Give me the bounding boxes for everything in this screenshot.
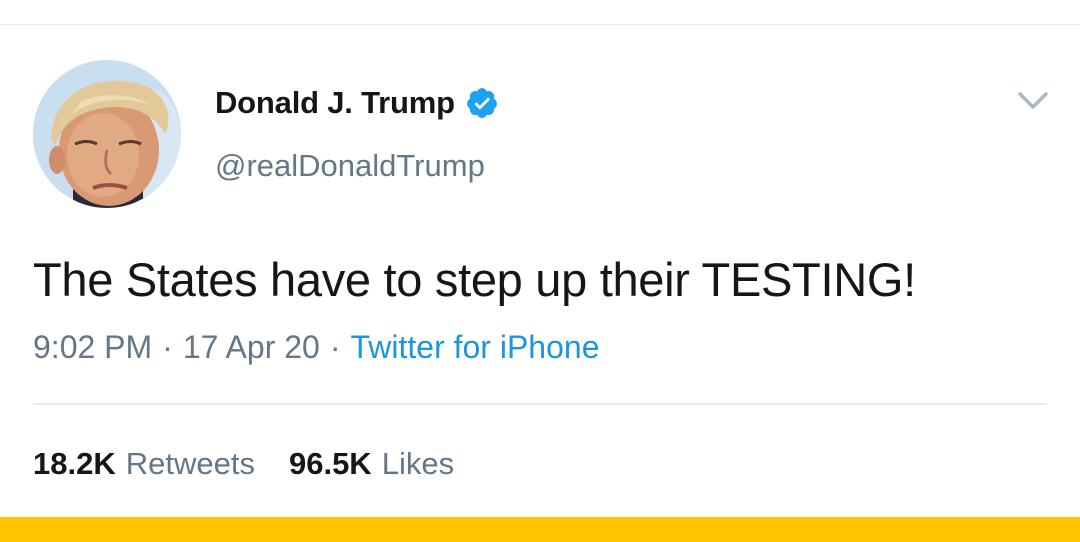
retweets-label: Retweets	[125, 446, 255, 481]
author-row[interactable]: Donald J. Trump	[215, 82, 499, 124]
verified-badge-icon	[466, 88, 497, 118]
likes-label: Likes	[381, 446, 455, 481]
tweet-detail-screen: Donald J. Trump @realDonaldTrump The Sta…	[0, 0, 1080, 542]
likes-count: 96.5K	[288, 446, 372, 481]
top-divider	[0, 24, 1080, 25]
tweet-time[interactable]: 9:02 PM	[33, 329, 152, 366]
avatar[interactable]	[33, 60, 181, 208]
tweet-meta: 9:02 PM · 17 Apr 20 · Twitter for iPhone	[33, 329, 599, 366]
meta-separator: ·	[162, 329, 173, 365]
tweet-stats: 18.2K Retweets 96.5K Likes	[33, 446, 454, 482]
tweet-date[interactable]: 17 Apr 20	[183, 329, 320, 366]
chevron-down-icon[interactable]	[1014, 86, 1052, 116]
author-handle[interactable]: @realDonaldTrump	[215, 148, 485, 184]
stats-divider	[33, 403, 1047, 405]
profile-photo-icon	[33, 60, 181, 208]
retweets-stat[interactable]: 18.2K Retweets	[33, 446, 255, 482]
author-display-name[interactable]: Donald J. Trump	[215, 85, 455, 121]
bottom-color-bar	[0, 517, 1080, 542]
tweet-source-link[interactable]: Twitter for iPhone	[350, 329, 599, 366]
tweet-text: The States have to step up their TESTING…	[33, 253, 916, 306]
likes-stat[interactable]: 96.5K Likes	[289, 446, 454, 482]
retweets-count: 18.2K	[33, 446, 116, 481]
meta-separator: ·	[329, 329, 341, 365]
